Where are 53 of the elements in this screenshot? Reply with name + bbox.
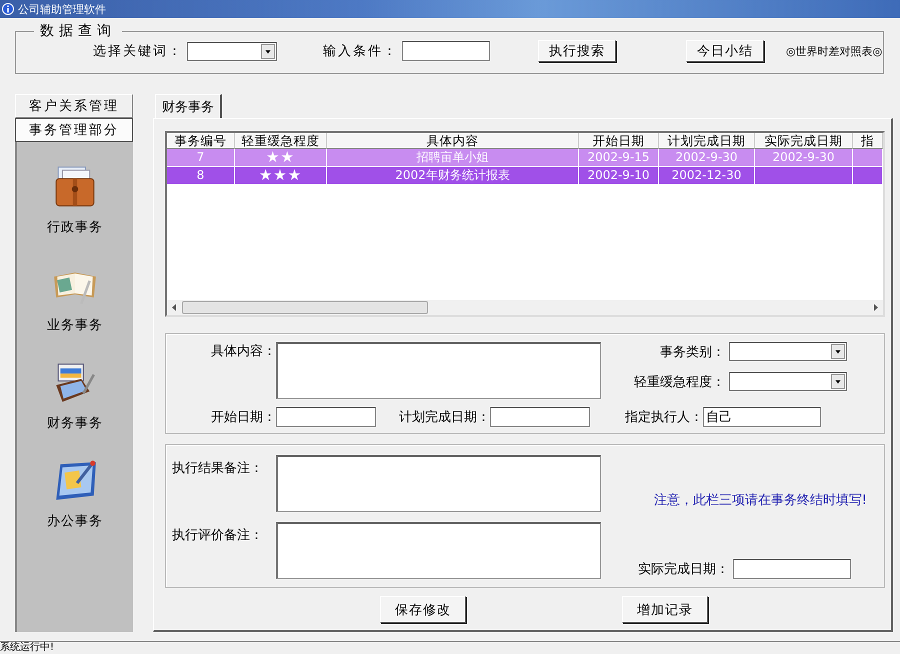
search-button[interactable]: 执行搜索 bbox=[538, 40, 616, 62]
table-cell: 8 bbox=[167, 167, 235, 185]
column-header[interactable]: 具体内容 bbox=[327, 133, 579, 149]
table-cell: 2002年财务统计报表 bbox=[327, 167, 579, 185]
evaluation-notes-field[interactable] bbox=[276, 522, 601, 579]
content-field[interactable] bbox=[276, 342, 601, 399]
table-row[interactable]: 8 ★★★ 2002年财务统计报表 2002-9-10 2002-12-30 bbox=[167, 167, 883, 185]
condition-field[interactable] bbox=[402, 41, 490, 61]
world-time-link[interactable]: ◎世界时差对照表◎ bbox=[786, 44, 882, 58]
column-header[interactable]: 计划完成日期 bbox=[659, 133, 755, 149]
result-notes-field[interactable] bbox=[276, 455, 601, 512]
section-button[interactable]: 事务管理部分 bbox=[15, 118, 133, 142]
status-text: 系统运行中! bbox=[0, 642, 56, 654]
actual-date-field[interactable] bbox=[733, 559, 851, 579]
field-label: 实际完成日期： bbox=[638, 561, 729, 578]
field-label: 执行评价备注： bbox=[171, 527, 264, 544]
executor-field[interactable]: 自己 bbox=[703, 407, 821, 427]
table-cell: 2002-9-10 bbox=[579, 167, 659, 185]
action-button[interactable]: 增加记录 bbox=[622, 596, 708, 623]
sidebar-item-label[interactable]: 业务事务 bbox=[47, 316, 103, 334]
column-header[interactable]: 实际完成日期 bbox=[755, 133, 853, 149]
priority-dropdown[interactable] bbox=[729, 372, 847, 391]
field-label: 具体内容： bbox=[210, 343, 276, 360]
sidebar-item-label[interactable]: 财务事务 bbox=[47, 414, 103, 432]
field-label: 计划完成日期： bbox=[398, 409, 490, 426]
info-icon bbox=[2, 3, 14, 15]
table-cell: 2002-12-30 bbox=[659, 167, 755, 185]
field-label: 输入条件： bbox=[323, 43, 398, 60]
column-header[interactable]: 开始日期 bbox=[579, 133, 659, 149]
sidebar-item-label[interactable]: 行政事务 bbox=[47, 218, 103, 236]
planned-date-field[interactable] bbox=[490, 407, 590, 427]
field-label: 轻重缓急程度： bbox=[634, 374, 725, 390]
sidebar-item-label[interactable]: 办公事务 bbox=[47, 512, 103, 530]
action-button[interactable]: 保存修改 bbox=[380, 596, 466, 623]
category-dropdown[interactable] bbox=[729, 342, 847, 361]
field-label: 事务类别： bbox=[660, 344, 725, 360]
start-date-field[interactable] bbox=[276, 407, 376, 427]
horizontal-scrollbar[interactable] bbox=[167, 300, 883, 315]
column-header[interactable]: 轻重缓急程度 bbox=[235, 133, 327, 149]
notice-text: 注意，此栏三项请在事务终结时填写! bbox=[654, 492, 867, 509]
section-button[interactable]: 客户关系管理 bbox=[15, 94, 133, 118]
keyword-dropdown[interactable] bbox=[187, 42, 277, 60]
field-label: 开始日期： bbox=[210, 409, 276, 426]
column-header[interactable]: 指 bbox=[853, 133, 883, 149]
tab[interactable]: 财务事务 bbox=[155, 94, 222, 118]
field-label: 选择关键词： bbox=[93, 43, 183, 60]
summary-button[interactable]: 今日小结 bbox=[686, 40, 764, 62]
window-title: 公司辅助管理软件 bbox=[18, 2, 106, 16]
field-label: 执行结果备注： bbox=[171, 460, 264, 477]
priority-cell: ★★★ bbox=[235, 167, 327, 185]
group-title: 数据查询 bbox=[39, 22, 117, 40]
column-header[interactable]: 事务编号 bbox=[167, 133, 235, 149]
field-label: 指定执行人： bbox=[624, 409, 703, 426]
